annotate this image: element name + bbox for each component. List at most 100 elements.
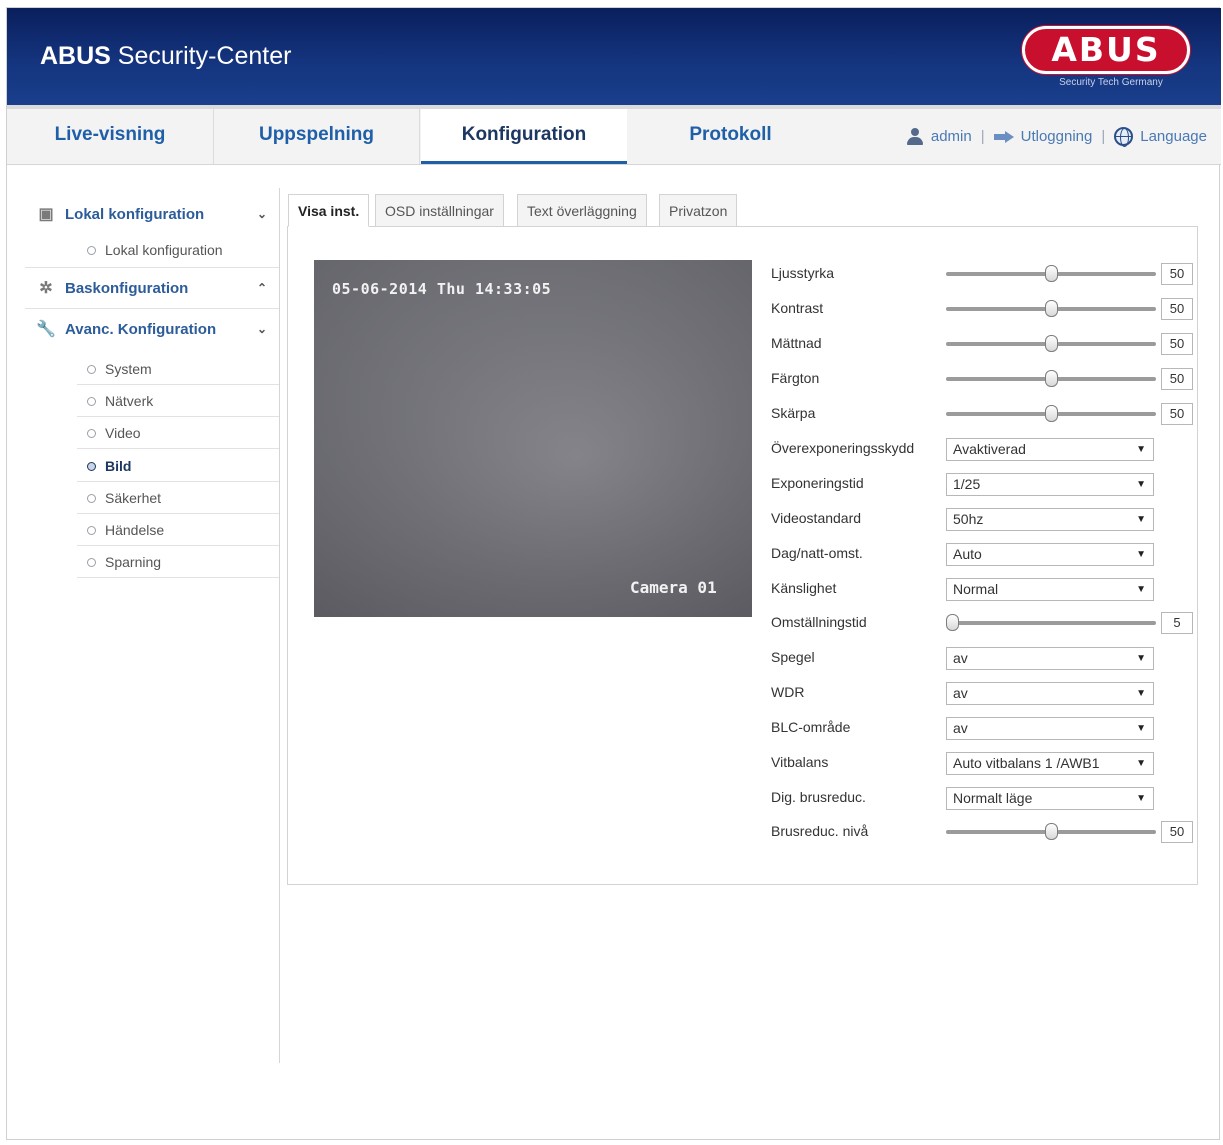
select-value: Normal bbox=[953, 581, 999, 597]
dnr-select[interactable]: Normalt läge ▼ bbox=[946, 787, 1154, 810]
wdr-select[interactable]: av ▼ bbox=[946, 682, 1154, 705]
video-standard-row: Videostandard 50hz ▼ bbox=[771, 505, 1201, 535]
chevron-up-icon: ⌃ bbox=[256, 281, 267, 295]
sidebar-item-image[interactable]: Bild bbox=[77, 451, 279, 482]
saturation-label: Mättnad bbox=[771, 335, 822, 351]
exposure-time-select[interactable]: 1/25 ▼ bbox=[946, 473, 1154, 496]
brightness-slider[interactable] bbox=[946, 265, 1156, 282]
switch-time-label: Omställningstid bbox=[771, 614, 867, 630]
video-preview[interactable]: 05-06-2014 Thu 14:33:05 Camera 01 bbox=[314, 260, 752, 617]
contrast-label: Kontrast bbox=[771, 300, 824, 316]
sidebar-section-advanced[interactable]: 🔧 Avanc. Konfiguration ⌄ bbox=[25, 309, 279, 349]
sidebar-item-event[interactable]: Händelse bbox=[77, 515, 279, 546]
slider-handle[interactable] bbox=[1045, 265, 1058, 282]
sidebar-item-label: Video bbox=[105, 425, 141, 441]
overexposure-row: Överexponeringsskydd Avaktiverad ▼ bbox=[771, 435, 1201, 465]
switch-time-value[interactable]: 5 bbox=[1161, 612, 1193, 634]
logo-subtitle: Security Tech Germany bbox=[1059, 77, 1163, 88]
tab-live-view[interactable]: Live-visning bbox=[7, 109, 214, 164]
saturation-row: Mättnad 50 bbox=[771, 330, 1201, 360]
contrast-row: Kontrast 50 bbox=[771, 295, 1201, 325]
sensitivity-label: Känslighet bbox=[771, 580, 837, 596]
hue-slider[interactable] bbox=[946, 370, 1156, 387]
select-value: av bbox=[953, 650, 968, 666]
logout-icon[interactable] bbox=[993, 130, 1014, 143]
sidebar-section-basic[interactable]: ✲ Baskonfiguration ⌃ bbox=[25, 268, 279, 308]
computer-icon: ▣ bbox=[38, 206, 54, 223]
subtab-text-overlay[interactable]: Text överläggning bbox=[517, 194, 647, 227]
sidebar-item-storage[interactable]: Sparning bbox=[77, 547, 279, 578]
sidebar-item-label: Bild bbox=[105, 458, 132, 474]
brightness-value[interactable]: 50 bbox=[1161, 263, 1193, 285]
logout-link[interactable]: Utloggning bbox=[1021, 128, 1093, 145]
separator: | bbox=[1101, 128, 1106, 145]
slider-handle[interactable] bbox=[1045, 405, 1058, 422]
select-value: Auto bbox=[953, 546, 982, 562]
white-balance-select[interactable]: Auto vitbalans 1 /AWB1 ▼ bbox=[946, 752, 1154, 775]
slider-handle[interactable] bbox=[1045, 823, 1058, 840]
select-value: av bbox=[953, 685, 968, 701]
subtab-osd-settings[interactable]: OSD inställningar bbox=[375, 194, 504, 227]
day-night-label: Dag/natt-omst. bbox=[771, 545, 863, 561]
day-night-select[interactable]: Auto ▼ bbox=[946, 543, 1154, 566]
sensitivity-row: Känslighet Normal ▼ bbox=[771, 575, 1201, 605]
dnr-level-value[interactable]: 50 bbox=[1161, 821, 1193, 843]
tab-playback[interactable]: Uppspelning bbox=[214, 109, 420, 164]
chevron-down-icon: ⌄ bbox=[256, 322, 267, 336]
select-value: Auto vitbalans 1 /AWB1 bbox=[953, 755, 1100, 771]
sidebar-item-network[interactable]: Nätverk bbox=[77, 386, 279, 417]
app-frame: ABUS Security-Center ABUS Security Tech … bbox=[6, 7, 1221, 1140]
bullet-icon bbox=[87, 557, 96, 567]
app-title: ABUS Security-Center bbox=[40, 42, 291, 71]
brightness-row: Ljusstyrka 50 bbox=[771, 260, 1201, 290]
user-area: admin | Utloggning | Language bbox=[906, 127, 1207, 147]
slider-handle[interactable] bbox=[946, 614, 959, 631]
tab-log[interactable]: Protokoll bbox=[627, 109, 834, 164]
mirror-label: Spegel bbox=[771, 649, 815, 665]
brightness-label: Ljusstyrka bbox=[771, 265, 835, 281]
sidebar-item-local-config[interactable]: Lokal konfiguration bbox=[77, 235, 279, 266]
globe-icon[interactable] bbox=[1114, 127, 1134, 147]
bullet-icon bbox=[87, 428, 96, 438]
video-camera-name: Camera 01 bbox=[630, 578, 717, 597]
dropdown-arrow-icon: ▼ bbox=[1136, 584, 1146, 595]
hue-row: Färgton 50 bbox=[771, 365, 1201, 395]
sidebar-item-label: Händelse bbox=[105, 522, 165, 538]
dnr-level-slider[interactable] bbox=[946, 823, 1156, 840]
saturation-slider[interactable] bbox=[946, 335, 1156, 352]
blc-select[interactable]: av ▼ bbox=[946, 717, 1154, 740]
overexposure-label: Överexponeringsskydd bbox=[771, 440, 915, 456]
sidebar-item-system[interactable]: System bbox=[77, 354, 279, 385]
sensitivity-select[interactable]: Normal ▼ bbox=[946, 578, 1154, 601]
subtab-privacy-zone[interactable]: Privatzon bbox=[659, 194, 738, 227]
hue-value[interactable]: 50 bbox=[1161, 368, 1193, 390]
video-standard-select[interactable]: 50hz ▼ bbox=[946, 508, 1154, 531]
contrast-slider[interactable] bbox=[946, 300, 1156, 317]
wrench-icon: 🔧 bbox=[36, 321, 56, 338]
slider-handle[interactable] bbox=[1045, 335, 1058, 352]
slider-handle[interactable] bbox=[1045, 300, 1058, 317]
dnr-row: Dig. brusreduc. Normalt läge ▼ bbox=[771, 784, 1201, 814]
sharpness-label: Skärpa bbox=[771, 405, 816, 421]
language-link[interactable]: Language bbox=[1140, 128, 1207, 145]
sidebar-item-security[interactable]: Säkerhet bbox=[77, 483, 279, 514]
tab-configuration[interactable]: Konfiguration bbox=[421, 109, 627, 164]
dropdown-arrow-icon: ▼ bbox=[1136, 479, 1146, 490]
sharpness-slider[interactable] bbox=[946, 405, 1156, 422]
select-value: av bbox=[953, 720, 968, 736]
slider-handle[interactable] bbox=[1045, 370, 1058, 387]
subtab-display-settings[interactable]: Visa inst. bbox=[288, 194, 370, 227]
dropdown-arrow-icon: ▼ bbox=[1136, 723, 1146, 734]
switch-time-slider[interactable] bbox=[946, 614, 1156, 631]
sidebar-item-video[interactable]: Video bbox=[77, 418, 279, 449]
sidebar-item-label: Lokal konfiguration bbox=[105, 242, 223, 258]
overexposure-select[interactable]: Avaktiverad ▼ bbox=[946, 438, 1154, 461]
sidebar-section-local[interactable]: ▣ Lokal konfiguration ⌄ bbox=[25, 194, 279, 234]
logo-text: ABUS bbox=[1051, 30, 1161, 69]
saturation-value[interactable]: 50 bbox=[1161, 333, 1193, 355]
exposure-time-label: Exponeringstid bbox=[771, 475, 864, 491]
mirror-select[interactable]: av ▼ bbox=[946, 647, 1154, 670]
dnr-level-label: Brusreduc. nivå bbox=[771, 823, 869, 839]
contrast-value[interactable]: 50 bbox=[1161, 298, 1193, 320]
sharpness-value[interactable]: 50 bbox=[1161, 403, 1193, 425]
